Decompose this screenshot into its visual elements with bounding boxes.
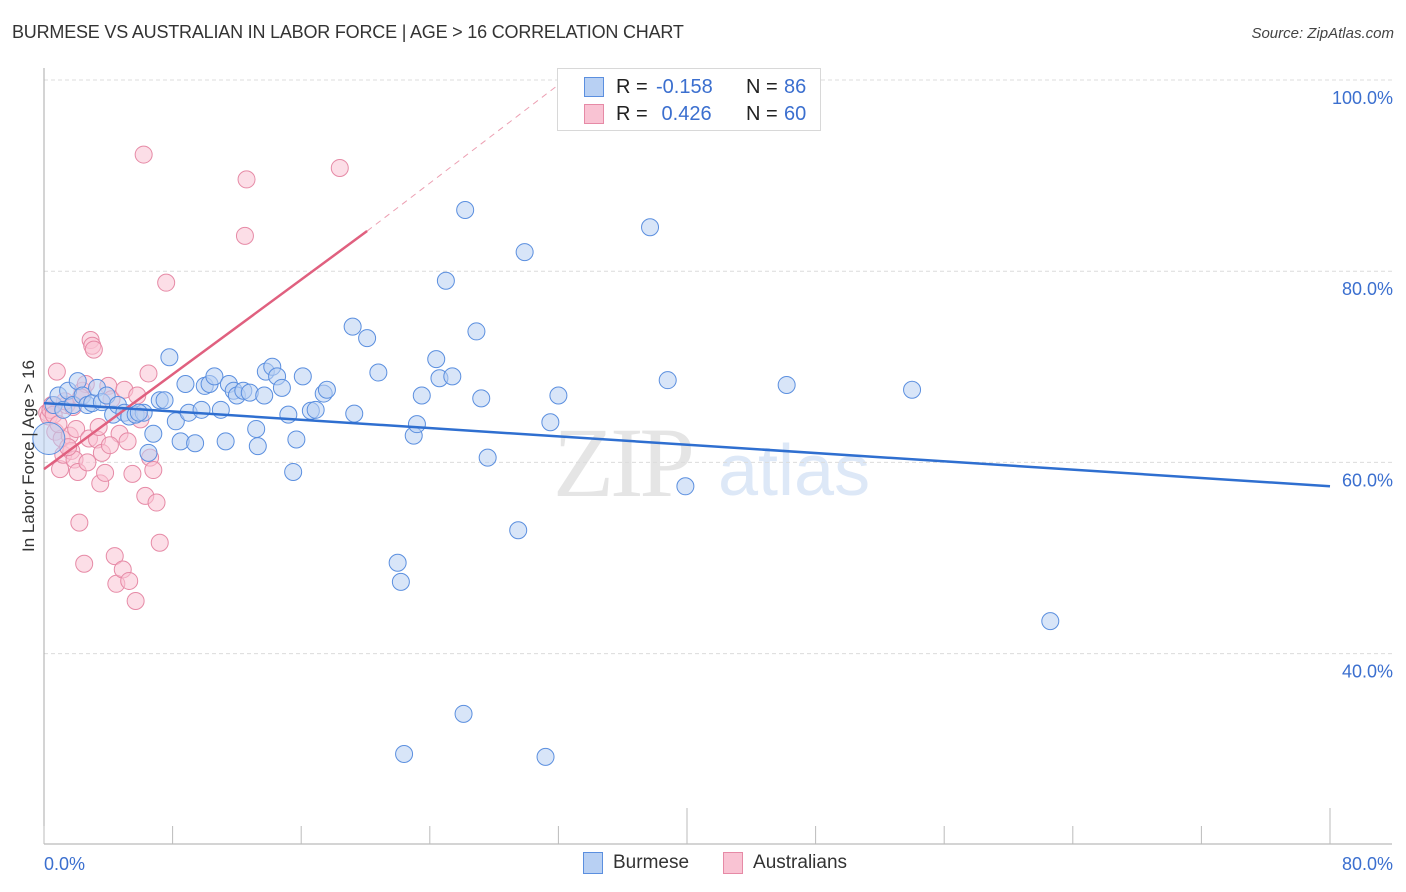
n-label: N = <box>746 102 778 125</box>
r-value: -0.158 <box>656 75 713 98</box>
burmese-point <box>641 218 660 237</box>
burmese-point <box>1041 612 1060 631</box>
burmese-point <box>658 371 677 390</box>
burmese-point <box>255 386 274 405</box>
burmese-trend-line <box>43 401 1331 488</box>
australians-point <box>237 170 256 189</box>
burmese-point <box>456 201 475 220</box>
y-tick-label: 80.0% <box>1342 279 1393 299</box>
burmese-point <box>443 367 462 386</box>
burmese-point <box>247 419 266 438</box>
burmese-swatch <box>584 77 604 97</box>
burmese-point <box>395 744 414 763</box>
australians-point <box>96 463 115 482</box>
burmese-point <box>515 243 534 262</box>
burmese-point <box>903 380 922 399</box>
burmese-point <box>284 462 303 481</box>
stats-legend: R = -0.158 N = 86 R = 0.426 N = 60 <box>557 68 821 131</box>
burmese-point <box>144 424 163 443</box>
series-legend: Burmese Australians <box>583 852 881 874</box>
y-axis-label: In Labor Force | Age > 16 <box>19 360 38 552</box>
burmese-point <box>160 348 179 367</box>
n-value: 60 <box>784 102 807 125</box>
r-label: R = <box>616 102 648 125</box>
burmese-point <box>176 375 195 394</box>
burmese-point <box>358 329 377 348</box>
australians-point <box>70 513 89 532</box>
burmese-point <box>472 389 491 408</box>
legend-item-australians[interactable]: Australians <box>723 852 847 874</box>
legend-item-burmese[interactable]: Burmese <box>583 852 689 874</box>
burmese-point <box>343 317 362 336</box>
australians-point <box>118 432 137 451</box>
australians-point <box>139 364 158 383</box>
tick-labels: 100.0% 80.0% 60.0% 40.0% 0.0% 80.0% <box>44 88 1393 874</box>
burmese-point <box>129 403 148 422</box>
australians-point <box>123 464 142 483</box>
australians-point <box>78 453 97 472</box>
australians-swatch <box>584 104 604 124</box>
burmese-point <box>407 415 426 434</box>
australians-point <box>84 340 103 359</box>
legend-label-burmese: Burmese <box>613 852 690 873</box>
n-label: N = <box>746 75 778 98</box>
burmese-point <box>549 386 568 405</box>
r-label: R = <box>616 75 648 98</box>
australians-point <box>120 571 139 590</box>
legend-label-australians: Australians <box>753 852 848 873</box>
y-tick-label: 40.0% <box>1342 662 1393 682</box>
burmese-point <box>454 704 473 723</box>
burmese-point <box>369 363 388 382</box>
burmese-point <box>388 553 407 572</box>
burmese-point <box>509 521 528 540</box>
australians-point <box>144 461 163 480</box>
x-tick-label: 0.0% <box>44 854 85 874</box>
burmese-point <box>272 378 291 397</box>
australians-point <box>75 554 94 573</box>
burmese-point <box>216 432 235 451</box>
y-tick-label: 60.0% <box>1342 470 1393 490</box>
australians-point <box>150 533 169 552</box>
burmese-point <box>427 350 446 369</box>
burmese-point <box>777 375 796 394</box>
gridlines <box>44 79 1392 655</box>
x-tick-label: 80.0% <box>1342 854 1393 874</box>
burmese-swatch <box>583 852 603 874</box>
burmese-point <box>306 400 325 419</box>
trend-lines <box>43 84 1331 488</box>
australians-point <box>330 158 349 177</box>
burmese-point <box>436 271 455 290</box>
scatter-chart: 100.0% 80.0% 60.0% 40.0% 0.0% 80.0% In Labor … <box>19 68 1393 874</box>
burmese-point <box>139 443 158 462</box>
burmese-point <box>293 367 312 386</box>
burmese-point <box>536 747 555 766</box>
australians-point <box>100 436 119 455</box>
burmese-point <box>248 437 267 456</box>
burmese-point <box>155 391 174 410</box>
y-tick-label: 100.0% <box>1332 88 1393 108</box>
australians-point <box>147 493 166 512</box>
burmese-point <box>345 404 364 423</box>
australians-point <box>126 592 145 611</box>
burmese-point <box>186 434 205 453</box>
burmese-point <box>192 400 211 419</box>
burmese-point <box>412 386 431 405</box>
r-value: 0.426 <box>656 102 712 125</box>
australians-point <box>235 226 254 245</box>
legend-row-australians: R = 0.426 N = 60 <box>584 102 806 126</box>
australians-point <box>134 145 153 164</box>
n-value: 86 <box>784 75 807 98</box>
burmese-point <box>478 448 497 467</box>
burmese-point <box>467 322 486 341</box>
legend-row-burmese: R = -0.158 N = 86 <box>584 75 806 99</box>
burmese-point <box>541 413 560 432</box>
burmese-point <box>676 477 695 496</box>
burmese-point <box>287 430 306 449</box>
australians-swatch <box>723 852 744 874</box>
burmese-points <box>32 201 1060 766</box>
burmese-point <box>391 572 410 591</box>
burmese-point <box>317 380 336 399</box>
australians-point <box>157 273 176 292</box>
australians-point <box>47 362 66 381</box>
